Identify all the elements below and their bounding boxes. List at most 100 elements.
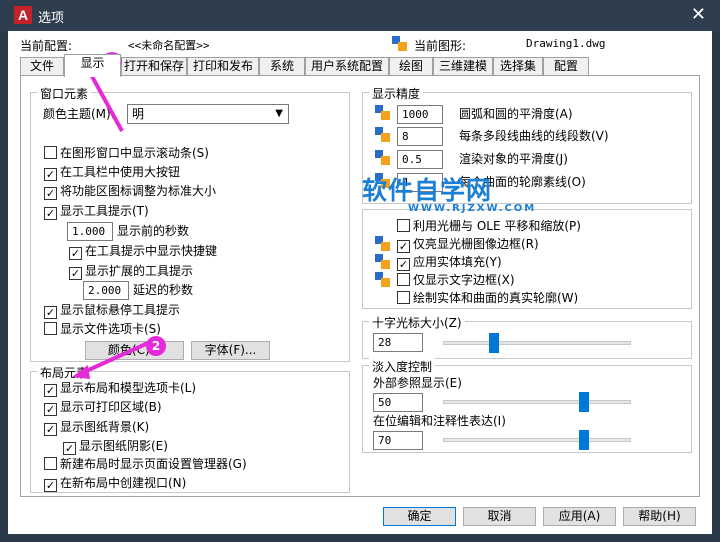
resize-ribbon-checkbox[interactable]: ✓ [44,187,57,200]
resolution-icon [375,127,390,142]
shortcut-keys-label: 在工具提示中显示快捷键 [85,244,218,258]
extended-tooltips-label: 显示扩展的工具提示 [85,264,194,278]
extended-tooltips-checkbox-row[interactable]: ✓ 显示扩展的工具提示 [69,262,193,280]
resolution-icon [375,150,390,165]
extended-tooltips-checkbox[interactable]: ✓ [69,267,82,280]
tab-display[interactable]: 显示 [64,54,121,77]
color-theme-select[interactable]: 明 ▼ [127,104,289,124]
xref-fade-slider-thumb[interactable] [579,392,589,412]
tab-profiles[interactable]: 配置 [543,57,589,76]
file-tabs-checkbox[interactable] [44,322,57,335]
cancel-button[interactable]: 取消 [463,507,536,526]
tab-3d-modeling[interactable]: 三维建模 [433,57,493,76]
scrollbars-checkbox-row[interactable]: 在图形窗口中显示滚动条(S) [44,144,209,162]
extended-delay-input[interactable]: 2.000 [83,281,129,300]
autocad-logo-icon: A [14,6,32,24]
crosshair-size-group: 十字光标大小(Z) 28 [362,314,692,359]
shortcut-keys-checkbox[interactable]: ✓ [69,247,82,260]
ok-button[interactable]: 确定 [383,507,456,526]
paper-background-checkbox-row[interactable]: ✓ 显示图纸背景(K) [44,418,149,436]
printable-area-label: 显示可打印区域(B) [60,400,162,414]
large-buttons-checkbox-row[interactable]: ✓ 在工具栏中使用大按钮 [44,163,180,181]
performance-icon [375,272,390,287]
polyline-segments-label: 每条多段线曲线的线段数(V) [459,129,609,143]
inplace-fade-slider-thumb[interactable] [579,430,589,450]
tab-system[interactable]: 系统 [259,57,305,76]
tab-drafting[interactable]: 绘图 [389,57,433,76]
raster-ole-checkbox[interactable] [397,219,410,232]
scrollbars-checkbox[interactable] [44,146,57,159]
resize-ribbon-checkbox-row[interactable]: ✓ 将功能区图标调整为标准大小 [44,182,216,200]
drawing-icon [392,36,407,51]
xref-fade-label: 外部参照显示(E) [373,376,462,390]
scrollbars-label: 在图形窗口中显示滚动条(S) [60,146,209,160]
fonts-button[interactable]: 字体(F)... [191,341,270,360]
paper-shadow-checkbox-row[interactable]: ✓ 显示图纸阴影(E) [63,437,168,455]
tab-plot-publish[interactable]: 打印和发布 [187,57,259,76]
paper-shadow-label: 显示图纸阴影(E) [79,439,168,453]
rollover-tooltips-checkbox-row[interactable]: ✓ 显示鼠标悬停工具提示 [44,301,180,319]
tooltips-label: 显示工具提示(T) [60,204,149,218]
shortcut-keys-checkbox-row[interactable]: ✓ 在工具提示中显示快捷键 [69,242,217,260]
tab-selection[interactable]: 选择集 [493,57,543,76]
solid-fill-checkbox-row[interactable]: ✓ 应用实体填充(Y) [397,253,502,271]
layout-tabs-checkbox[interactable]: ✓ [44,384,57,397]
page-setup-manager-checkbox-row[interactable]: 新建布局时显示页面设置管理器(G) [44,455,247,473]
crosshair-slider-thumb[interactable] [489,333,499,353]
crosshair-size-input[interactable]: 28 [373,333,423,352]
tooltips-checkbox-row[interactable]: ✓ 显示工具提示(T) [44,202,149,220]
create-viewport-checkbox-row[interactable]: ✓ 在新布局中创建视口(N) [44,474,186,492]
fade-control-title: 淡入度控制 [369,358,436,375]
tooltip-delay-input[interactable]: 1.000 [67,222,113,241]
paper-background-checkbox[interactable]: ✓ [44,423,57,436]
current-config-label: 当前配置: [20,39,73,53]
raster-frame-checkbox-row[interactable]: ✓ 仅亮显光栅图像边框(R) [397,235,539,253]
page-setup-manager-label: 新建布局时显示页面设置管理器(G) [60,457,247,471]
solid-fill-label: 应用实体填充(Y) [413,255,502,269]
text-frame-checkbox[interactable] [397,273,410,286]
crosshair-size-title: 十字光标大小(Z) [369,314,465,331]
apply-button[interactable]: 应用(A) [543,507,616,526]
create-viewport-label: 在新布局中创建视口(N) [60,476,187,490]
tab-user-preferences[interactable]: 用户系统配置 [305,57,389,76]
rollover-tooltips-checkbox[interactable]: ✓ [44,306,57,319]
help-button[interactable]: 帮助(H) [623,507,696,526]
resolution-icon [375,105,390,120]
raster-frame-checkbox[interactable]: ✓ [397,240,410,253]
printable-area-checkbox[interactable]: ✓ [44,403,57,416]
performance-icon [375,254,390,269]
annotation-badge-2: 2 [146,336,166,356]
xref-fade-input[interactable]: 50 [373,393,423,412]
arc-smoothness-input[interactable]: 1000 [397,105,443,124]
arc-smoothness-label: 圆弧和圆的平滑度(A) [459,107,573,121]
close-icon[interactable]: ✕ [691,4,706,25]
large-buttons-checkbox[interactable]: ✓ [44,168,57,181]
layout-elements-group: 布局元素 ✓ 显示布局和模型选项卡(L) ✓ 显示可打印区域(B) ✓ 显示图纸背景(… [30,364,350,493]
performance-icon [375,236,390,251]
text-frame-label: 仅显示文字边框(X) [413,273,515,287]
options-dialog: 当前配置: <<未命名配置>> 当前图形: Drawing1.dwg 文件 显示… [8,31,712,534]
paper-background-label: 显示图纸背景(K) [60,420,150,434]
tab-files[interactable]: 文件 [20,57,64,76]
printable-area-checkbox-row[interactable]: ✓ 显示可打印区域(B) [44,398,162,416]
xref-fade-slider-track[interactable] [443,400,631,404]
render-smoothness-input[interactable]: 0.5 [397,150,443,169]
page-setup-manager-checkbox[interactable] [44,457,57,470]
polyline-segments-input[interactable]: 8 [397,127,443,146]
raster-ole-checkbox-row[interactable]: 利用光栅与 OLE 平移和缩放(P) [397,217,581,235]
title-bar: A 选项 ✕ [0,0,720,31]
create-viewport-checkbox[interactable]: ✓ [44,479,57,492]
paper-shadow-checkbox[interactable]: ✓ [63,442,76,455]
true-silhouettes-checkbox[interactable] [397,291,410,304]
extended-delay-label: 延迟的秒数 [133,283,194,297]
solid-fill-checkbox[interactable]: ✓ [397,258,410,271]
tooltips-checkbox[interactable]: ✓ [44,207,57,220]
inplace-fade-slider-track[interactable] [443,438,631,442]
inplace-fade-input[interactable]: 70 [373,431,423,450]
chevron-down-icon: ▼ [275,108,283,119]
text-frame-checkbox-row[interactable]: 仅显示文字边框(X) [397,271,515,289]
true-silhouettes-checkbox-row[interactable]: 绘制实体和曲面的真实轮廓(W) [397,289,578,307]
watermark-url: WWW.RJZXW.COM [408,203,537,214]
crosshair-slider-track[interactable] [443,341,631,345]
display-performance-group: 利用光栅与 OLE 平移和缩放(P) ✓ 仅亮显光栅图像边框(R) ✓ 应用实体填充… [362,209,692,309]
